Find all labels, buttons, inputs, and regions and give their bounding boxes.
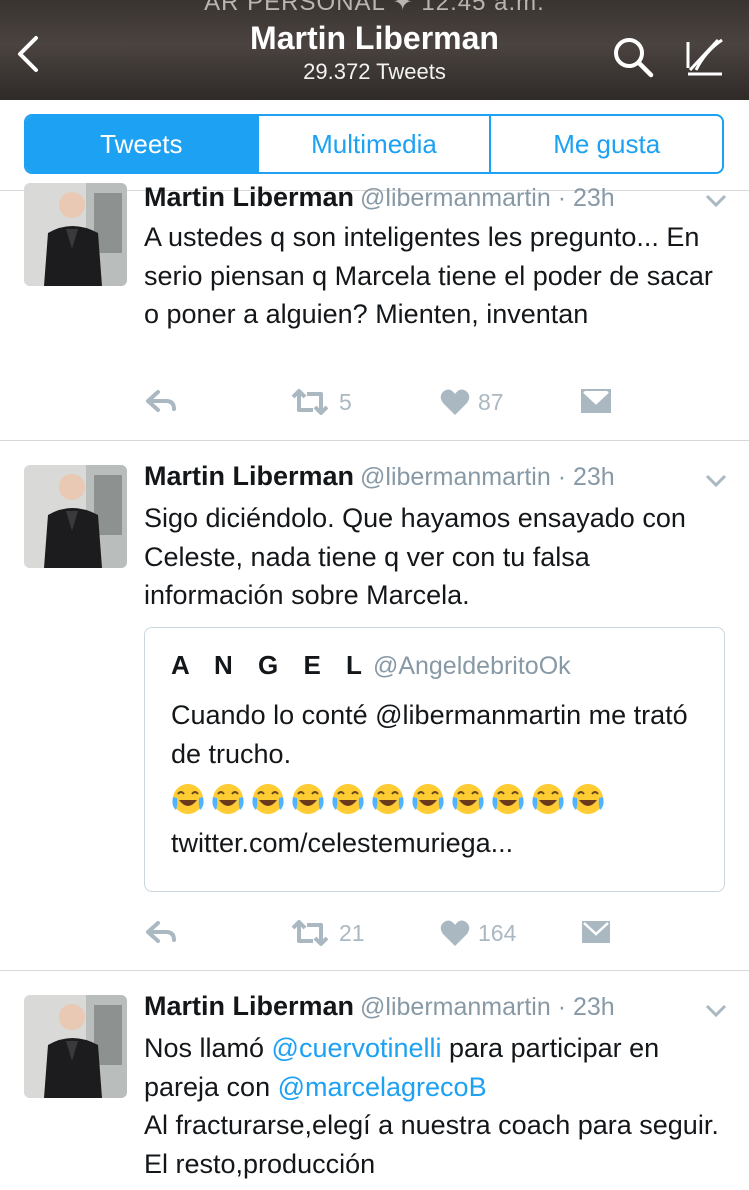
retweet-count: 5 (339, 388, 352, 415)
retweet-count: 21 (339, 919, 365, 946)
author-name: Martin Liberman (144, 991, 355, 1021)
like-count: 87 (478, 388, 504, 415)
face-with-tears-of-joy-icon (369, 780, 407, 818)
face-with-tears-of-joy-icon (169, 780, 207, 818)
quoted-tweet-link[interactable]: twitter.com/celestemuriega... (171, 824, 711, 863)
heart-icon (440, 920, 470, 946)
mention-link[interactable]: @marcelagrecoB (278, 1072, 487, 1102)
mention-link[interactable]: @cuervotinelli (272, 1033, 442, 1063)
author-handle: @libermanmartin · 23h (360, 184, 615, 212)
tweet-text: Sigo diciéndolo. Que hayamos ensayado co… (144, 503, 686, 610)
author-name: Martin Liberman (144, 182, 355, 212)
avatar[interactable] (24, 995, 127, 1098)
reply-icon[interactable] (144, 919, 178, 945)
reply-icon[interactable] (144, 388, 178, 414)
quoted-tweet-card[interactable]: A N G E L@AngeldebritoOk Cuando lo conté… (144, 627, 725, 892)
tweet-1[interactable]: Martin Liberman @libermanmartin · 23h A u… (0, 182, 749, 441)
retweet-button[interactable]: 21 (289, 919, 365, 947)
heart-icon (440, 389, 470, 415)
tweet-2[interactable]: Martin Liberman @libermanmartin · 23h Sig… (0, 441, 749, 971)
quoted-author: A N G E L@AngeldebritoOk (171, 650, 571, 681)
face-with-tears-of-joy-icon (209, 780, 247, 818)
face-with-tears-of-joy-icon (249, 780, 287, 818)
face-with-tears-of-joy-icon (489, 780, 527, 818)
avatar[interactable] (24, 183, 127, 286)
like-button[interactable]: 87 (440, 388, 504, 416)
retweet-button[interactable]: 5 (289, 388, 352, 416)
quoted-author-handle: @AngeldebritoOk (372, 652, 571, 680)
face-with-tears-of-joy-icon (449, 780, 487, 818)
search-icon[interactable] (610, 34, 656, 80)
like-button[interactable]: 164 (440, 919, 516, 947)
profile-tabs-bar: Tweets Multimedia Me gusta (0, 100, 749, 191)
tweet-3[interactable]: Martin Liberman @libermanmartin · 23h Nos… (0, 971, 749, 1190)
tab-multimedia[interactable]: Multimedia (256, 116, 490, 172)
tweet-text: Nos llamó @cuervotinelli para participar… (144, 1033, 719, 1179)
profile-header: AR PERSONAL ✦ 12:45 a.m. Martin Liberman… (0, 0, 749, 100)
chevron-down-icon[interactable] (704, 473, 728, 489)
chevron-down-icon[interactable] (704, 193, 728, 209)
retweet-icon (291, 920, 329, 946)
face-with-tears-of-joy-icon (409, 780, 447, 818)
face-with-tears-of-joy-icon (329, 780, 367, 818)
tweet-author[interactable]: Martin Liberman @libermanmartin · 23h (144, 182, 615, 213)
chevron-down-icon[interactable] (704, 1003, 728, 1019)
segmented-control: Tweets Multimedia Me gusta (24, 114, 724, 174)
compose-tweet-icon[interactable] (682, 34, 728, 80)
retweet-icon (291, 389, 329, 415)
quoted-author-name: A N G E L (171, 650, 371, 680)
emoji-row (169, 780, 607, 818)
tweet-author[interactable]: Martin Liberman @libermanmartin · 23h (144, 461, 615, 492)
face-with-tears-of-joy-icon (289, 780, 327, 818)
like-count: 164 (478, 919, 517, 946)
author-name: Martin Liberman (144, 461, 355, 491)
author-handle: @libermanmartin · 23h (360, 463, 615, 491)
tweet-actions: 5 87 (144, 388, 624, 418)
direct-message-icon[interactable] (580, 919, 612, 945)
quoted-tweet-text: Cuando lo conté @libermanmartin me trató… (171, 700, 688, 769)
author-handle: @libermanmartin · 23h (360, 993, 615, 1021)
tweet-text: A ustedes q son inteligentes les pregunt… (144, 222, 713, 329)
tab-me-gusta[interactable]: Me gusta (489, 116, 722, 172)
tweet-actions: 21 164 (144, 919, 624, 949)
tweet-author[interactable]: Martin Liberman @libermanmartin · 23h (144, 991, 615, 1022)
status-bar-text: AR PERSONAL ✦ 12:45 a.m. (204, 0, 545, 16)
face-with-tears-of-joy-icon (569, 780, 607, 818)
avatar[interactable] (24, 465, 127, 568)
face-with-tears-of-joy-icon (529, 780, 567, 818)
tab-tweets[interactable]: Tweets (26, 116, 257, 172)
direct-message-icon[interactable] (580, 388, 612, 414)
